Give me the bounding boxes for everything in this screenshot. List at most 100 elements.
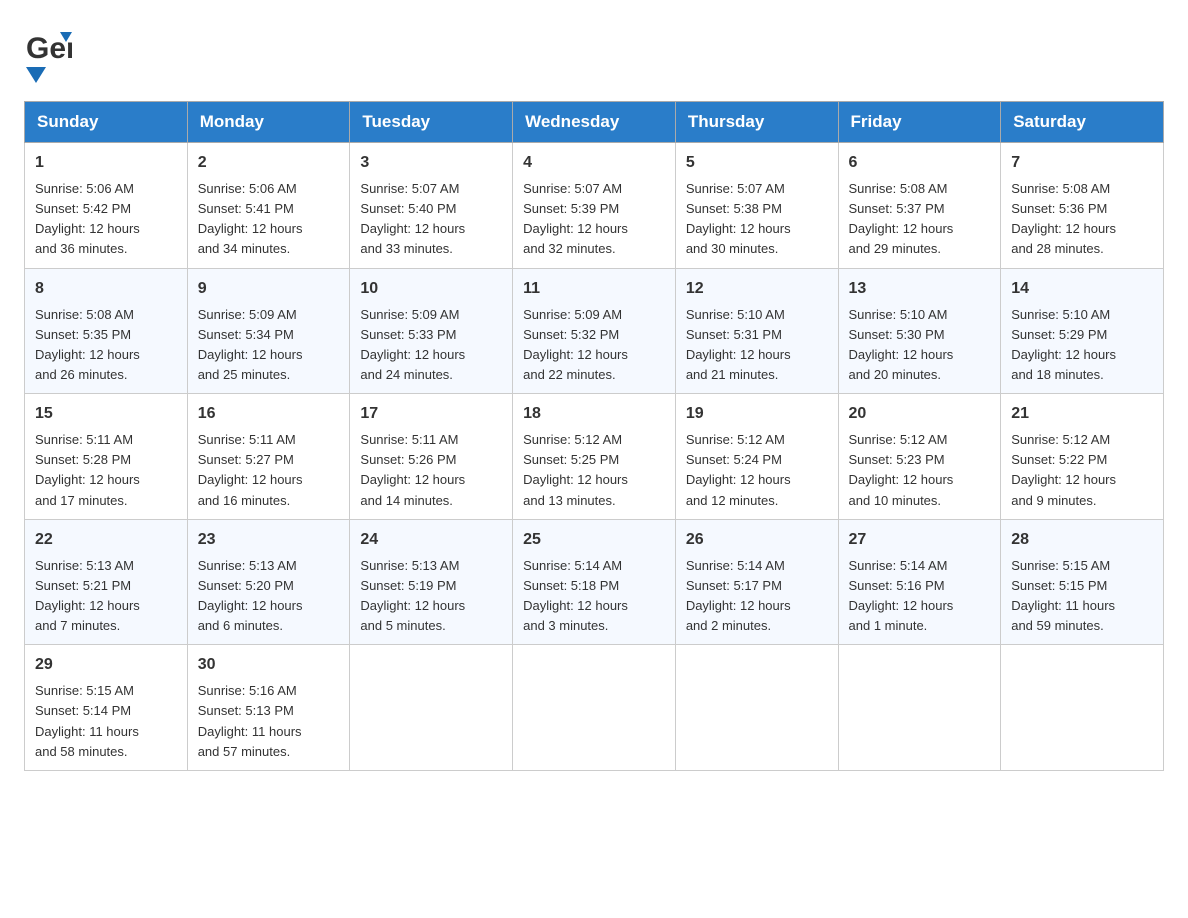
col-thursday: Thursday [675,102,838,143]
day-info: Sunrise: 5:06 AM Sunset: 5:41 PM Dayligh… [198,179,340,260]
table-row: 28 Sunrise: 5:15 AM Sunset: 5:15 PM Dayl… [1001,519,1164,645]
day-info: Sunrise: 5:09 AM Sunset: 5:32 PM Dayligh… [523,305,665,386]
day-info: Sunrise: 5:13 AM Sunset: 5:21 PM Dayligh… [35,556,177,637]
table-row: 6 Sunrise: 5:08 AM Sunset: 5:37 PM Dayli… [838,143,1001,269]
table-row: 24 Sunrise: 5:13 AM Sunset: 5:19 PM Dayl… [350,519,513,645]
table-row: 25 Sunrise: 5:14 AM Sunset: 5:18 PM Dayl… [513,519,676,645]
day-number: 11 [523,277,665,301]
table-row: 21 Sunrise: 5:12 AM Sunset: 5:22 PM Dayl… [1001,394,1164,520]
day-info: Sunrise: 5:10 AM Sunset: 5:29 PM Dayligh… [1011,305,1153,386]
day-info: Sunrise: 5:14 AM Sunset: 5:18 PM Dayligh… [523,556,665,637]
day-info: Sunrise: 5:11 AM Sunset: 5:26 PM Dayligh… [360,430,502,511]
day-info: Sunrise: 5:07 AM Sunset: 5:40 PM Dayligh… [360,179,502,260]
col-monday: Monday [187,102,350,143]
table-row: 27 Sunrise: 5:14 AM Sunset: 5:16 PM Dayl… [838,519,1001,645]
day-number: 2 [198,151,340,175]
calendar-header-row: Sunday Monday Tuesday Wednesday Thursday… [25,102,1164,143]
col-tuesday: Tuesday [350,102,513,143]
calendar-table: Sunday Monday Tuesday Wednesday Thursday… [24,101,1164,771]
calendar-week-row: 8 Sunrise: 5:08 AM Sunset: 5:35 PM Dayli… [25,268,1164,394]
table-row: 1 Sunrise: 5:06 AM Sunset: 5:42 PM Dayli… [25,143,188,269]
day-info: Sunrise: 5:10 AM Sunset: 5:31 PM Dayligh… [686,305,828,386]
table-row: 7 Sunrise: 5:08 AM Sunset: 5:36 PM Dayli… [1001,143,1164,269]
table-row: 12 Sunrise: 5:10 AM Sunset: 5:31 PM Dayl… [675,268,838,394]
day-info: Sunrise: 5:10 AM Sunset: 5:30 PM Dayligh… [849,305,991,386]
day-number: 5 [686,151,828,175]
day-info: Sunrise: 5:16 AM Sunset: 5:13 PM Dayligh… [198,681,340,762]
day-info: Sunrise: 5:11 AM Sunset: 5:27 PM Dayligh… [198,430,340,511]
table-row: 13 Sunrise: 5:10 AM Sunset: 5:30 PM Dayl… [838,268,1001,394]
day-info: Sunrise: 5:09 AM Sunset: 5:33 PM Dayligh… [360,305,502,386]
day-number: 6 [849,151,991,175]
day-number: 16 [198,402,340,426]
table-row: 10 Sunrise: 5:09 AM Sunset: 5:33 PM Dayl… [350,268,513,394]
calendar-week-row: 29 Sunrise: 5:15 AM Sunset: 5:14 PM Dayl… [25,645,1164,771]
day-info: Sunrise: 5:08 AM Sunset: 5:35 PM Dayligh… [35,305,177,386]
day-info: Sunrise: 5:08 AM Sunset: 5:37 PM Dayligh… [849,179,991,260]
day-number: 17 [360,402,502,426]
day-info: Sunrise: 5:15 AM Sunset: 5:15 PM Dayligh… [1011,556,1153,637]
day-number: 10 [360,277,502,301]
table-row: 26 Sunrise: 5:14 AM Sunset: 5:17 PM Dayl… [675,519,838,645]
logo-triangle-icon [26,67,46,89]
day-number: 23 [198,528,340,552]
day-info: Sunrise: 5:13 AM Sunset: 5:19 PM Dayligh… [360,556,502,637]
day-number: 9 [198,277,340,301]
table-row: 5 Sunrise: 5:07 AM Sunset: 5:38 PM Dayli… [675,143,838,269]
table-row: 17 Sunrise: 5:11 AM Sunset: 5:26 PM Dayl… [350,394,513,520]
day-number: 26 [686,528,828,552]
day-number: 27 [849,528,991,552]
table-row: 18 Sunrise: 5:12 AM Sunset: 5:25 PM Dayl… [513,394,676,520]
page-header: General [24,24,1164,81]
col-wednesday: Wednesday [513,102,676,143]
day-number: 13 [849,277,991,301]
table-row: 22 Sunrise: 5:13 AM Sunset: 5:21 PM Dayl… [25,519,188,645]
table-row [1001,645,1164,771]
day-number: 20 [849,402,991,426]
day-number: 12 [686,277,828,301]
table-row: 8 Sunrise: 5:08 AM Sunset: 5:35 PM Dayli… [25,268,188,394]
day-number: 29 [35,653,177,677]
table-row: 29 Sunrise: 5:15 AM Sunset: 5:14 PM Dayl… [25,645,188,771]
day-number: 21 [1011,402,1153,426]
day-number: 19 [686,402,828,426]
day-number: 24 [360,528,502,552]
day-info: Sunrise: 5:09 AM Sunset: 5:34 PM Dayligh… [198,305,340,386]
day-number: 18 [523,402,665,426]
day-info: Sunrise: 5:11 AM Sunset: 5:28 PM Dayligh… [35,430,177,511]
table-row [350,645,513,771]
day-info: Sunrise: 5:08 AM Sunset: 5:36 PM Dayligh… [1011,179,1153,260]
table-row: 23 Sunrise: 5:13 AM Sunset: 5:20 PM Dayl… [187,519,350,645]
logo: General [24,24,78,81]
day-number: 25 [523,528,665,552]
day-number: 15 [35,402,177,426]
table-row: 14 Sunrise: 5:10 AM Sunset: 5:29 PM Dayl… [1001,268,1164,394]
day-info: Sunrise: 5:15 AM Sunset: 5:14 PM Dayligh… [35,681,177,762]
day-number: 4 [523,151,665,175]
table-row: 4 Sunrise: 5:07 AM Sunset: 5:39 PM Dayli… [513,143,676,269]
table-row [838,645,1001,771]
calendar-week-row: 1 Sunrise: 5:06 AM Sunset: 5:42 PM Dayli… [25,143,1164,269]
calendar-week-row: 15 Sunrise: 5:11 AM Sunset: 5:28 PM Dayl… [25,394,1164,520]
day-info: Sunrise: 5:06 AM Sunset: 5:42 PM Dayligh… [35,179,177,260]
col-sunday: Sunday [25,102,188,143]
calendar-week-row: 22 Sunrise: 5:13 AM Sunset: 5:21 PM Dayl… [25,519,1164,645]
table-row: 20 Sunrise: 5:12 AM Sunset: 5:23 PM Dayl… [838,394,1001,520]
day-number: 3 [360,151,502,175]
day-info: Sunrise: 5:13 AM Sunset: 5:20 PM Dayligh… [198,556,340,637]
day-number: 22 [35,528,177,552]
table-row: 19 Sunrise: 5:12 AM Sunset: 5:24 PM Dayl… [675,394,838,520]
day-number: 8 [35,277,177,301]
table-row: 11 Sunrise: 5:09 AM Sunset: 5:32 PM Dayl… [513,268,676,394]
table-row: 16 Sunrise: 5:11 AM Sunset: 5:27 PM Dayl… [187,394,350,520]
table-row: 2 Sunrise: 5:06 AM Sunset: 5:41 PM Dayli… [187,143,350,269]
table-row: 30 Sunrise: 5:16 AM Sunset: 5:13 PM Dayl… [187,645,350,771]
col-friday: Friday [838,102,1001,143]
day-info: Sunrise: 5:14 AM Sunset: 5:17 PM Dayligh… [686,556,828,637]
table-row [675,645,838,771]
day-info: Sunrise: 5:12 AM Sunset: 5:22 PM Dayligh… [1011,430,1153,511]
table-row: 3 Sunrise: 5:07 AM Sunset: 5:40 PM Dayli… [350,143,513,269]
day-info: Sunrise: 5:12 AM Sunset: 5:25 PM Dayligh… [523,430,665,511]
day-number: 30 [198,653,340,677]
day-info: Sunrise: 5:07 AM Sunset: 5:38 PM Dayligh… [686,179,828,260]
